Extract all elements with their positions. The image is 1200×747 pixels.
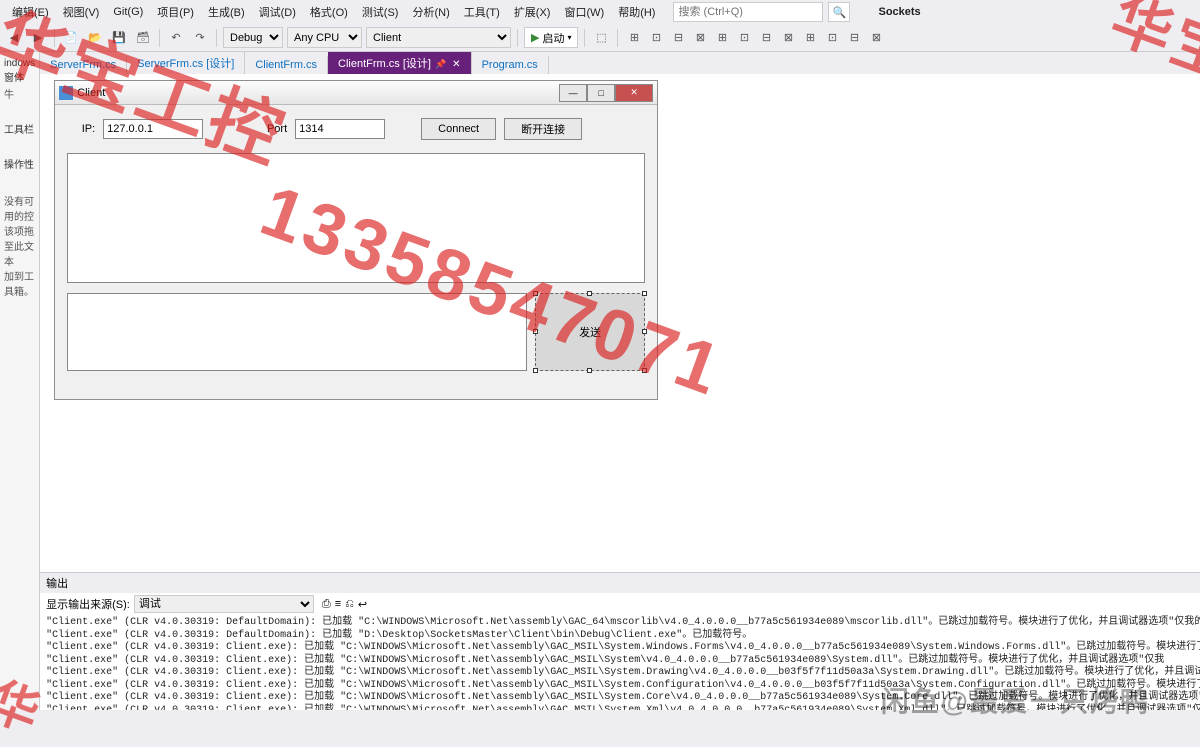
pin-icon[interactable]: 📌 [435,59,446,69]
editor-tab[interactable]: ClientFrm.cs [245,56,328,74]
output-title: 输出 [46,575,68,591]
separator [517,29,518,47]
separator [54,29,55,47]
menu-item[interactable]: 扩展(X) [510,2,555,22]
editor-tabs: ServerFrm.csServerFrm.cs [设计]ClientFrm.c… [40,52,1200,74]
align-icon[interactable]: ⊟ [844,28,864,48]
designer-surface[interactable]: Client — □ ✕ IP: Port Con [40,74,1200,572]
editor-tab[interactable]: ServerFrm.cs [设计] [127,52,245,74]
editor-tab[interactable]: ClientFrm.cs [设计]📌✕ [328,52,472,74]
config-debug-select[interactable]: Debug [223,27,283,48]
maximize-button[interactable]: □ [587,84,615,102]
redo-icon[interactable]: ↷ [190,28,210,48]
align-icon[interactable]: ⊞ [800,28,820,48]
start-debug-button[interactable]: ▶启动▾ [524,27,578,48]
port-input[interactable] [295,119,385,139]
disconnect-button[interactable]: 断开连接 [504,118,582,140]
menu-item[interactable]: 格式(O) [306,2,352,22]
global-search-input[interactable] [673,2,823,22]
menu-item[interactable]: 项目(P) [153,2,198,22]
align-icon[interactable]: ⊞ [624,28,644,48]
align-icon[interactable]: ⊠ [866,28,886,48]
align-icon[interactable]: ⊡ [734,28,754,48]
align-icon[interactable]: ⊟ [756,28,776,48]
toolbox-group[interactable]: 工具栏 [4,121,35,136]
resize-handle[interactable] [642,368,647,373]
menu-item[interactable]: Git(G) [109,4,147,20]
separator [216,29,217,47]
menu-item[interactable]: 生成(B) [204,2,249,22]
app-title: Sockets [874,4,924,20]
resize-handle[interactable] [642,329,647,334]
search-icon[interactable]: 🔍 [828,2,850,22]
wrap-icon[interactable]: ↩ [358,598,367,611]
resize-handle[interactable] [533,329,538,334]
menu-bar: 编辑(E) 视图(V) Git(G) 项目(P) 生成(B) 调试(D) 格式(O) 测试(S… [0,0,1200,24]
resize-handle[interactable] [533,291,538,296]
menu-item[interactable]: 帮助(H) [614,2,659,22]
toggle-icon[interactable]: ⎌ [345,598,354,611]
send-button-selected[interactable]: 发送 [535,293,645,371]
output-source-select[interactable]: 调试 [134,595,314,613]
log-textbox[interactable] [67,153,645,283]
play-icon: ▶ [531,31,539,44]
separator [584,29,585,47]
send-button-label: 发送 [579,324,601,340]
menu-item[interactable]: 编辑(E) [8,2,53,22]
toolbox-hint: 没有可用的控 该项拖至此文本 加到工具箱。 [4,193,35,298]
form-title: Client [77,87,559,99]
minimize-button[interactable]: — [559,84,587,102]
align-icon[interactable]: ⊞ [712,28,732,48]
toolbar: ◀ ▶ 📄 📂 💾 🗃 ↶ ↷ Debug Any CPU Client ▶启动… [0,24,1200,52]
output-source-label: 显示输出来源(S): [46,596,130,612]
resize-handle[interactable] [533,368,538,373]
separator [159,29,160,47]
save-all-icon[interactable]: 🗃 [133,28,153,48]
toolbox-group[interactable]: indows 窗体 [4,58,35,84]
menu-item[interactable]: 测试(S) [358,2,403,22]
align-icon[interactable]: ⊠ [690,28,710,48]
tool-icon[interactable]: ⬚ [591,28,611,48]
resize-handle[interactable] [642,291,647,296]
editor-tab[interactable]: ServerFrm.cs [40,56,127,74]
align-icon[interactable]: ⊡ [822,28,842,48]
open-icon[interactable]: 📂 [85,28,105,48]
message-textbox[interactable] [67,293,527,371]
menu-item[interactable]: 分析(N) [408,2,453,22]
menu-item[interactable]: 视图(V) [59,2,104,22]
toolbox-item[interactable]: 牛 [4,86,35,101]
config-project-select[interactable]: Client [366,27,511,48]
undo-icon[interactable]: ↶ [166,28,186,48]
menu-item[interactable]: 工具(T) [460,2,504,22]
save-icon[interactable]: 💾 [109,28,129,48]
close-icon[interactable]: ✕ [452,59,460,70]
resize-handle[interactable] [587,291,592,296]
separator [617,29,618,47]
nav-fwd-icon[interactable]: ▶ [28,28,48,48]
form-titlebar: Client — □ ✕ [55,81,657,105]
align-icon[interactable]: ⊡ [646,28,666,48]
menu-item[interactable]: 窗口(W) [560,2,608,22]
form-icon [59,86,73,100]
nav-back-icon[interactable]: ◀ [4,28,24,48]
toolbox-group[interactable]: 操作性 [4,156,35,171]
menu-item[interactable]: 调试(D) [255,2,300,22]
toggle-icon[interactable]: ≡ [335,598,341,610]
editor-tab[interactable]: Program.cs [472,56,549,74]
new-icon[interactable]: 📄 [61,28,81,48]
config-cpu-select[interactable]: Any CPU [287,27,362,48]
resize-handle[interactable] [587,368,592,373]
align-icon[interactable]: ⊟ [668,28,688,48]
designer-form-client[interactable]: Client — □ ✕ IP: Port Con [54,80,658,400]
output-panel: 输出 ▾ 📌 ✕ 显示输出来源(S): 调试 ⎙ ≡ ⎌ ↩ "Client.e… [40,572,1200,710]
align-icon[interactable]: ⊠ [778,28,798,48]
ip-label: IP: [67,123,95,135]
close-button[interactable]: ✕ [615,84,653,102]
toolbox-panel: indows 窗体牛 工具栏 操作性 没有可用的控 该项拖至此文本 加到工具箱。 [0,52,40,710]
output-text[interactable]: "Client.exe" (CLR v4.0.30319: DefaultDom… [40,615,1200,710]
clear-icon[interactable]: ⎙ [322,598,331,611]
ip-input[interactable] [103,119,203,139]
port-label: Port [259,123,287,135]
connect-button[interactable]: Connect [421,118,496,140]
